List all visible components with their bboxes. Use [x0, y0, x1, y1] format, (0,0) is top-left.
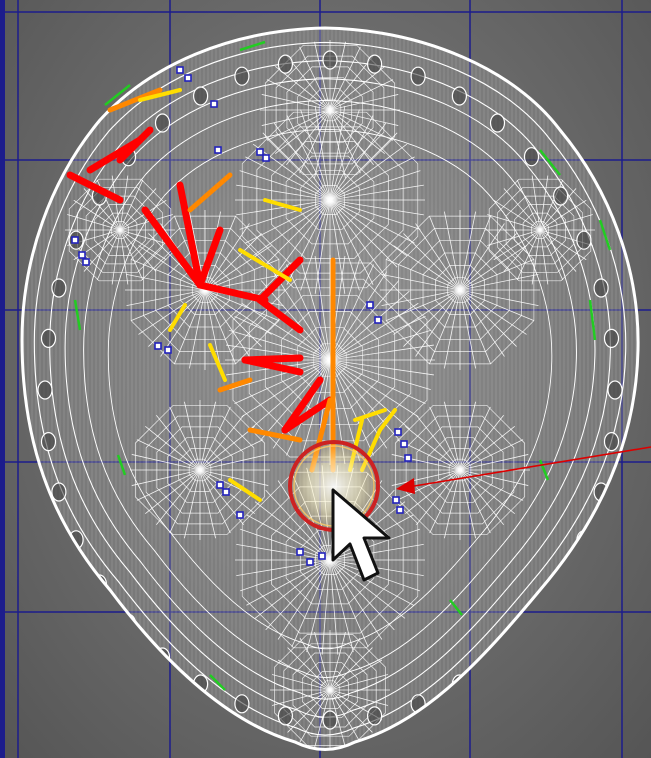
vertex-handle	[78, 251, 86, 259]
mesh-rim-cell	[603, 432, 620, 452]
vertex-handle	[296, 548, 304, 556]
mesh-rim-cell	[523, 147, 540, 167]
mesh-rim-cell	[40, 328, 57, 348]
mesh-rim-cell	[576, 230, 592, 250]
viewport-scene	[0, 0, 651, 758]
mesh-rim-cell	[322, 710, 338, 730]
vertex-handle	[82, 258, 90, 266]
mesh-rim-cell	[120, 613, 137, 633]
mesh-rim-cell	[154, 113, 171, 133]
vertex-handle	[400, 440, 408, 448]
mesh-rim-cell	[322, 50, 338, 70]
vertex-handle	[176, 66, 184, 74]
mesh-rim-cell	[593, 278, 609, 298]
mesh-rim-cell	[367, 706, 383, 726]
mesh-rim-cell	[489, 647, 506, 667]
vertex-handle	[394, 428, 402, 436]
mesh-rim-cell	[193, 86, 209, 106]
mesh-rim-cell	[51, 278, 67, 298]
vertex-handle	[318, 552, 326, 560]
mesh-rim-cell	[277, 54, 293, 74]
mesh-rim-cell	[410, 66, 426, 86]
mesh-rim-cell	[607, 380, 623, 400]
mesh-rim-cell	[234, 694, 250, 714]
wireframe-mesh[interactable]	[20, 20, 640, 751]
vertex-handle	[71, 236, 79, 244]
vertex-handle	[184, 74, 192, 82]
vertex-handle	[216, 481, 224, 489]
vertex-handle	[366, 301, 374, 309]
mesh-rim-cell	[523, 613, 540, 633]
vertex-handle	[154, 342, 162, 350]
mesh-rim-cell	[37, 380, 53, 400]
vertex-handle	[396, 506, 404, 514]
vertex-handle	[210, 100, 218, 108]
mesh-rim-cell	[552, 186, 569, 206]
mesh-rim-cell	[367, 54, 383, 74]
vertex-handle	[222, 488, 230, 496]
vertex-handle	[262, 154, 270, 162]
mesh-rim-cell	[277, 706, 293, 726]
vertex-handle	[164, 346, 172, 354]
mesh-rim-cell	[40, 432, 57, 452]
mesh-rim-cell	[489, 113, 506, 133]
mesh-rim-cell	[451, 86, 467, 106]
vertex-handle	[392, 496, 400, 504]
vertex-handle	[214, 146, 222, 154]
mesh-rim-cell	[51, 482, 67, 502]
vertex-handle	[256, 148, 264, 156]
vertex-handle	[374, 316, 382, 324]
vertex-handle	[236, 511, 244, 519]
mesh-rim-cell	[552, 574, 569, 594]
vertex-handle	[306, 558, 314, 566]
mesh-rim-cell	[603, 328, 620, 348]
mesh-radial-patch	[125, 210, 285, 370]
3d-viewport[interactable]	[0, 0, 651, 758]
vertex-handle	[404, 454, 412, 462]
viewport-left-edge	[0, 0, 5, 758]
mesh-rim-cell	[234, 66, 250, 86]
